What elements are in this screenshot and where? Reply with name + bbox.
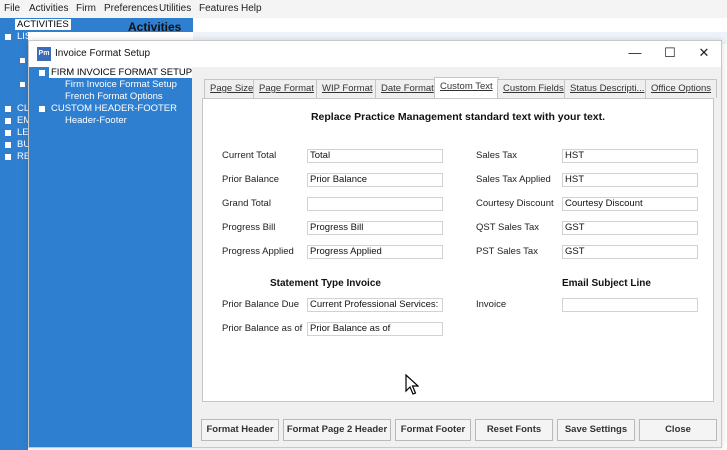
tab-office-options[interactable]: Office Options <box>645 79 718 98</box>
maximize-icon[interactable]: ☐ <box>660 45 680 61</box>
label-grand-total: Grand Total <box>222 198 271 209</box>
label-prior-balance-due: Prior Balance Due <box>222 299 300 310</box>
label-current-total: Current Total <box>222 150 277 161</box>
menu-utilities[interactable]: Utilities <box>159 3 191 14</box>
tree-activities[interactable]: ACTIVITIES <box>15 19 71 30</box>
app-icon: Pm <box>37 47 51 61</box>
sales-tax-applied-input[interactable] <box>562 173 698 187</box>
courtesy-discount-input[interactable] <box>562 197 698 211</box>
expand-icon[interactable] <box>5 34 11 40</box>
grand-total-input[interactable] <box>307 197 443 211</box>
menu-bar: File Activities Firm Preferences Utiliti… <box>0 0 727 18</box>
prior-balance-as-of-input[interactable] <box>307 322 443 336</box>
statement-heading: Statement Type Invoice <box>270 278 381 289</box>
current-total-input[interactable] <box>307 149 443 163</box>
activities-title: Activities <box>128 20 182 34</box>
menu-features[interactable]: Features <box>199 3 238 14</box>
menu-help[interactable]: Help <box>241 3 262 14</box>
close-icon[interactable]: ✕ <box>694 45 714 61</box>
expand-icon[interactable] <box>20 82 25 87</box>
email-heading: Email Subject Line <box>562 278 651 289</box>
reset-fonts-button[interactable]: Reset Fonts <box>475 419 553 441</box>
minimize-icon[interactable]: — <box>625 45 645 60</box>
label-invoice: Invoice <box>476 299 507 310</box>
label-sales-tax: Sales Tax <box>476 150 518 161</box>
close-button[interactable]: Close <box>639 419 717 441</box>
expand-icon[interactable] <box>5 130 11 136</box>
sales-tax-input[interactable] <box>562 149 698 163</box>
expand-icon[interactable] <box>20 58 25 63</box>
label-pst-sales-tax: PST Sales Tax <box>476 246 538 257</box>
menu-firm[interactable]: Firm <box>76 3 96 14</box>
label-courtesy-discount: Courtesy Discount <box>476 198 554 209</box>
panel-heading: Replace Practice Management standard tex… <box>310 111 606 123</box>
tab-status-descriptions[interactable]: Status Descripti... <box>564 79 651 98</box>
qst-sales-tax-input[interactable] <box>562 221 698 235</box>
custom-text-panel: Replace Practice Management standard tex… <box>202 98 714 402</box>
save-settings-button[interactable]: Save Settings <box>557 419 635 441</box>
progress-applied-input[interactable] <box>307 245 443 259</box>
invoice-format-dialog: Pm Invoice Format Setup — ☐ ✕ FIRM INVOI… <box>28 40 722 448</box>
tree-firm-format-setup[interactable]: Firm Invoice Format Setup <box>65 79 177 90</box>
label-prior-balance: Prior Balance <box>222 174 280 185</box>
format-header-button[interactable]: Format Header <box>201 419 279 441</box>
label-prior-balance-as-of: Prior Balance as of <box>222 323 303 334</box>
tree-firm-setup[interactable]: FIRM INVOICE FORMAT SETUP <box>49 67 195 78</box>
tab-date-format[interactable]: Date Format <box>375 79 440 98</box>
tree-item-le[interactable]: LE <box>17 127 29 138</box>
tab-wip-format[interactable]: WIP Format <box>316 79 379 98</box>
format-footer-button[interactable]: Format Footer <box>395 419 471 441</box>
dialog-title: Invoice Format Setup <box>55 48 151 59</box>
expand-icon[interactable] <box>5 142 11 148</box>
invoice-subject-input[interactable] <box>562 298 698 312</box>
pst-sales-tax-input[interactable] <box>562 245 698 259</box>
expand-icon[interactable] <box>5 106 11 112</box>
format-page2-header-button[interactable]: Format Page 2 Header <box>283 419 391 441</box>
tree-custom-header-footer[interactable]: CUSTOM HEADER-FOOTER <box>51 103 177 114</box>
menu-activities[interactable]: Activities <box>29 3 68 14</box>
expand-icon[interactable] <box>5 118 11 124</box>
label-progress-applied: Progress Applied <box>222 246 294 257</box>
label-sales-tax-applied: Sales Tax Applied <box>476 174 551 185</box>
tab-custom-fields[interactable]: Custom Fields <box>497 79 570 98</box>
mouse-pointer-icon <box>405 374 419 395</box>
tab-page-format[interactable]: Page Format <box>253 79 320 98</box>
collapse-icon[interactable] <box>39 106 45 112</box>
expand-icon[interactable] <box>5 154 11 160</box>
dialog-titlebar[interactable]: Pm Invoice Format Setup — ☐ ✕ <box>29 41 721 67</box>
label-qst-sales-tax: QST Sales Tax <box>476 222 540 233</box>
prior-balance-due-input[interactable] <box>307 298 443 312</box>
progress-bill-input[interactable] <box>307 221 443 235</box>
prior-balance-input[interactable] <box>307 173 443 187</box>
tree-french-options[interactable]: French Format Options <box>65 91 163 102</box>
menu-file[interactable]: File <box>4 3 20 14</box>
format-tree: FIRM INVOICE FORMAT SETUP Firm Invoice F… <box>29 67 195 447</box>
menu-preferences[interactable]: Preferences <box>104 3 158 14</box>
tree-header-footer[interactable]: Header-Footer <box>65 115 127 126</box>
tab-page-size[interactable]: Page Size <box>204 79 260 98</box>
tab-custom-text[interactable]: Custom Text <box>434 77 499 99</box>
label-progress-bill: Progress Bill <box>222 222 276 233</box>
collapse-icon[interactable] <box>39 70 45 76</box>
